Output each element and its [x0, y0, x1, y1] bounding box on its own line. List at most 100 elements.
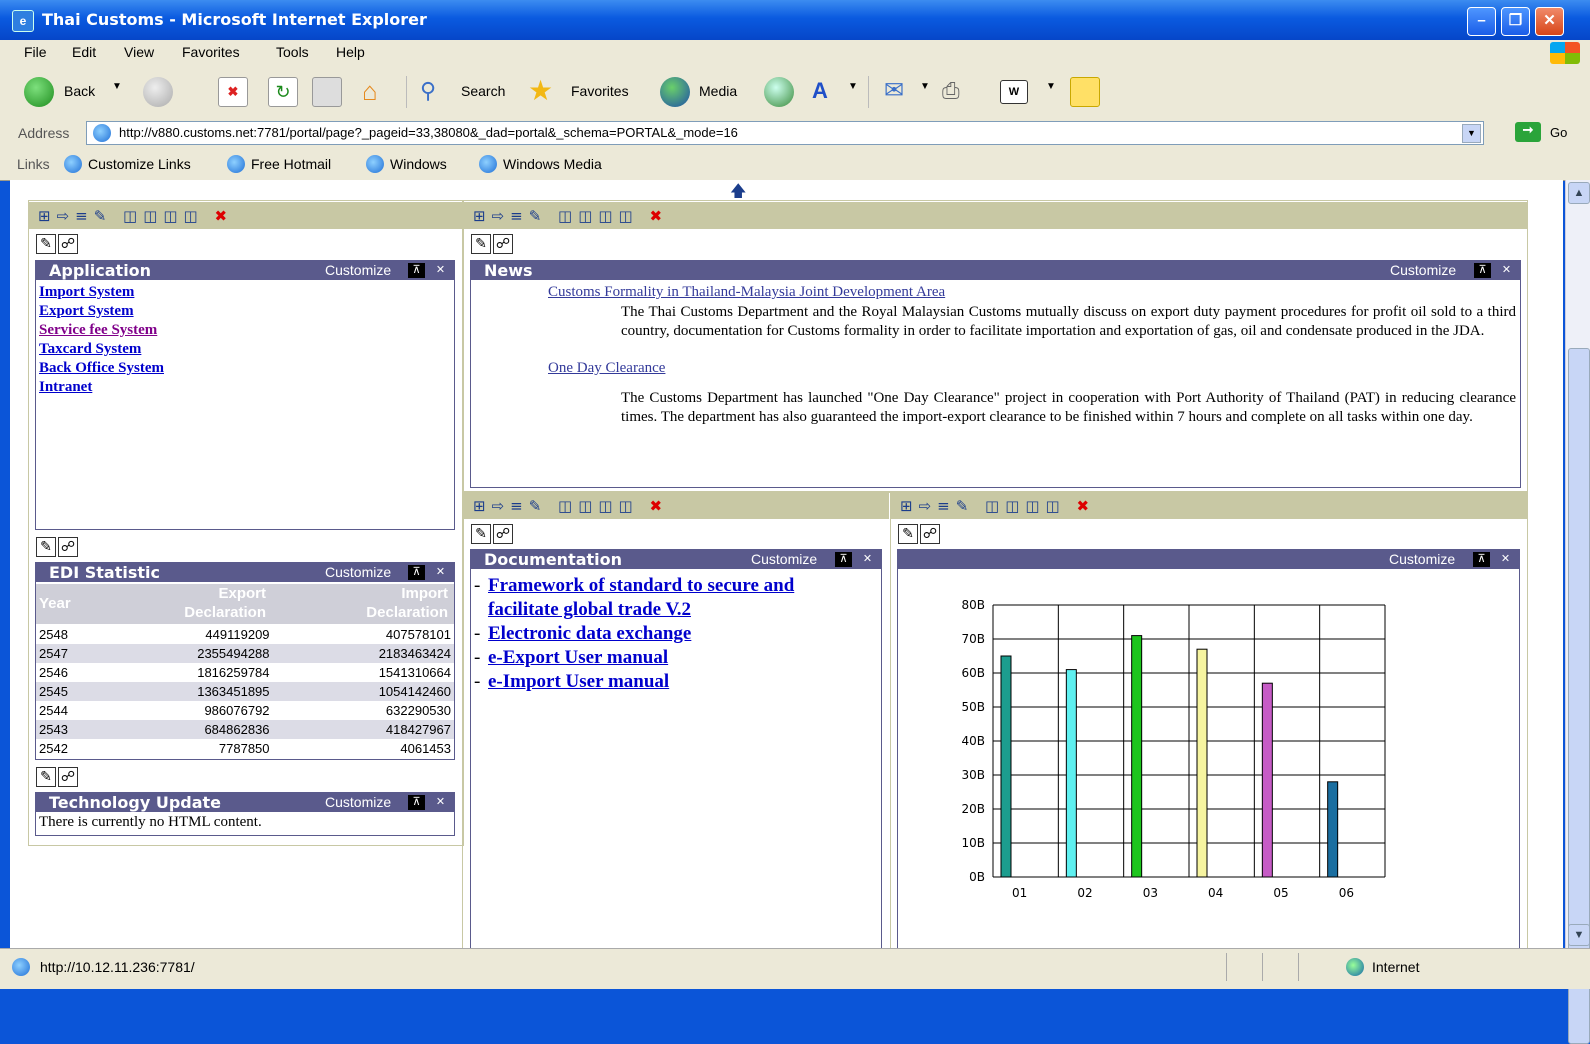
pencil-icon[interactable]: ✎	[471, 234, 491, 254]
menu-help[interactable]: Help	[336, 44, 365, 60]
link-icon[interactable]: ☍	[58, 234, 78, 254]
address-input[interactable]: http://v880.customs.net:7781/portal/page…	[86, 121, 1484, 145]
link-icon[interactable]: ☍	[58, 537, 78, 557]
mail-icon[interactable]: ✉	[884, 77, 912, 105]
back-office-system-link[interactable]: Back Office System	[39, 359, 451, 378]
minimize-button[interactable]: –	[1467, 7, 1496, 36]
scroll-down-icon[interactable]: ▼	[1568, 924, 1590, 946]
search-button-label[interactable]: Search	[461, 83, 505, 99]
region-edit-icons[interactable]: ⊞⇨≡✎ ◫◫◫◫ ✖	[38, 207, 233, 225]
framework-doc-link[interactable]: Framework of standard to secure and faci…	[488, 574, 848, 622]
region-edit-icons[interactable]: ⊞⇨≡✎ ◫◫◫◫ ✖	[473, 497, 668, 515]
taxcard-system-link[interactable]: Taxcard System	[39, 340, 451, 359]
link-customize-links[interactable]: Customize Links	[64, 155, 191, 174]
link-free-hotmail[interactable]: Free Hotmail	[227, 155, 331, 174]
go-button[interactable]: Go	[1550, 125, 1567, 140]
back-dropdown-icon[interactable]: ▼	[112, 81, 122, 92]
address-dropdown-icon[interactable]: ▼	[1462, 124, 1481, 143]
close-window-button[interactable]: ✕	[1535, 7, 1564, 36]
link-icon[interactable]: ☍	[493, 524, 513, 544]
customize-link[interactable]: Customize	[325, 564, 391, 581]
print-icon[interactable]: ⎙	[942, 77, 970, 105]
menu-file[interactable]: File	[24, 44, 47, 60]
pencil-icon[interactable]: ✎	[36, 537, 56, 557]
portlet-edit-icons[interactable]: ✎ ☍	[898, 524, 942, 544]
back-button-label[interactable]: Back	[64, 83, 95, 99]
region-edit-icons[interactable]: ⊞⇨≡✎ ◫◫◫◫ ✖	[473, 207, 668, 225]
menu-tools[interactable]: Tools	[276, 44, 309, 60]
close-icon[interactable]: ✕	[1498, 263, 1515, 278]
portlet-edit-icons[interactable]: ✎ ☍	[36, 537, 80, 557]
address-url[interactable]: http://v880.customs.net:7781/portal/page…	[119, 125, 738, 140]
collapse-icon[interactable]: ⊼	[408, 795, 425, 810]
e-export-manual-link[interactable]: e-Export User manual	[488, 646, 668, 670]
close-icon[interactable]: ✕	[1497, 552, 1514, 567]
menu-favorites[interactable]: Favorites	[182, 44, 240, 60]
media-button-label[interactable]: Media	[699, 83, 737, 99]
address-label: Address	[18, 125, 70, 141]
security-zone: Internet	[1372, 959, 1420, 975]
history-icon[interactable]	[764, 77, 794, 107]
collapse-icon[interactable]: ⊼	[408, 263, 425, 278]
font-dropdown-icon[interactable]: ▼	[848, 81, 858, 92]
edit-dropdown-icon[interactable]: ▼	[1046, 81, 1056, 92]
technology-update-body: There is currently no HTML content.	[39, 814, 262, 830]
link-icon[interactable]: ☍	[920, 524, 940, 544]
customize-link[interactable]: Customize	[751, 551, 817, 568]
close-icon[interactable]: ✕	[432, 795, 449, 810]
forward-arrow-icon[interactable]	[143, 77, 173, 107]
edit-word-icon[interactable]: W	[1000, 80, 1028, 104]
import-system-link[interactable]: Import System	[39, 283, 451, 302]
collapse-icon[interactable]: ⊼	[408, 565, 425, 580]
scroll-up-icon[interactable]: ▲	[1568, 182, 1590, 204]
menu-edit[interactable]: Edit	[72, 44, 96, 60]
customize-link[interactable]: Customize	[325, 794, 391, 811]
back-arrow-icon[interactable]	[24, 77, 54, 107]
news-headline-link[interactable]: Customs Formality in Thailand-Malaysia J…	[548, 284, 945, 301]
close-icon[interactable]: ✕	[859, 552, 876, 567]
go-arrow-icon[interactable]: ➞	[1515, 122, 1541, 142]
portlet-edit-icons[interactable]: ✎ ☍	[36, 767, 80, 787]
collapse-icon[interactable]: ⊼	[1474, 263, 1491, 278]
region-edit-icons[interactable]: ⊞⇨≡✎ ◫◫◫◫ ✖	[900, 497, 1095, 515]
favorites-button-label[interactable]: Favorites	[571, 83, 629, 99]
link-icon[interactable]: ☍	[493, 234, 513, 254]
e-import-manual-link[interactable]: e-Import User manual	[488, 670, 669, 694]
home-icon[interactable]: ⌂	[362, 77, 390, 105]
link-windows-media[interactable]: Windows Media	[479, 155, 602, 174]
close-icon[interactable]: ✕	[432, 263, 449, 278]
edi-doc-link[interactable]: Electronic data exchange	[488, 622, 691, 646]
collapse-icon[interactable]: ⊼	[835, 552, 852, 567]
pencil-icon[interactable]: ✎	[36, 234, 56, 254]
favorites-star-icon[interactable]: ★	[528, 77, 556, 105]
menu-view[interactable]: View	[124, 44, 154, 60]
service-fee-system-link[interactable]: Service fee System	[39, 321, 451, 340]
vertical-scrollbar[interactable]: ▲ ▼	[1565, 180, 1590, 1044]
collapse-icon[interactable]: ⊼	[1473, 552, 1490, 567]
customize-link[interactable]: Customize	[325, 262, 391, 279]
portlet-edit-icons[interactable]: ✎ ☍	[471, 524, 515, 544]
mail-dropdown-icon[interactable]: ▼	[920, 81, 930, 92]
link-icon[interactable]: ☍	[58, 767, 78, 787]
portlet-edit-icons[interactable]: ✎ ☍	[471, 234, 515, 254]
news-body: The Customs Department has launched "One…	[621, 390, 1516, 425]
intranet-link[interactable]: Intranet	[39, 378, 451, 397]
export-system-link[interactable]: Export System	[39, 302, 451, 321]
stop-icon[interactable]: ✖	[218, 77, 248, 107]
maximize-button[interactable]: ❐	[1501, 7, 1530, 36]
font-size-icon[interactable]: A	[812, 77, 840, 105]
pencil-icon[interactable]: ✎	[36, 767, 56, 787]
portlet-edit-icons[interactable]: ✎ ☍	[36, 234, 80, 254]
pencil-icon[interactable]: ✎	[898, 524, 918, 544]
close-icon[interactable]: ✕	[432, 565, 449, 580]
customize-link[interactable]: Customize	[1389, 551, 1455, 568]
media-icon[interactable]	[660, 77, 690, 107]
media-bar-icon[interactable]	[312, 77, 342, 107]
customize-link[interactable]: Customize	[1390, 262, 1456, 279]
discuss-note-icon[interactable]	[1070, 77, 1100, 107]
pencil-icon[interactable]: ✎	[471, 524, 491, 544]
refresh-icon[interactable]: ↻	[268, 77, 298, 107]
link-windows[interactable]: Windows	[366, 155, 447, 174]
news-headline-link[interactable]: One Day Clearance	[548, 360, 665, 377]
search-icon[interactable]: ⚲	[420, 77, 448, 105]
